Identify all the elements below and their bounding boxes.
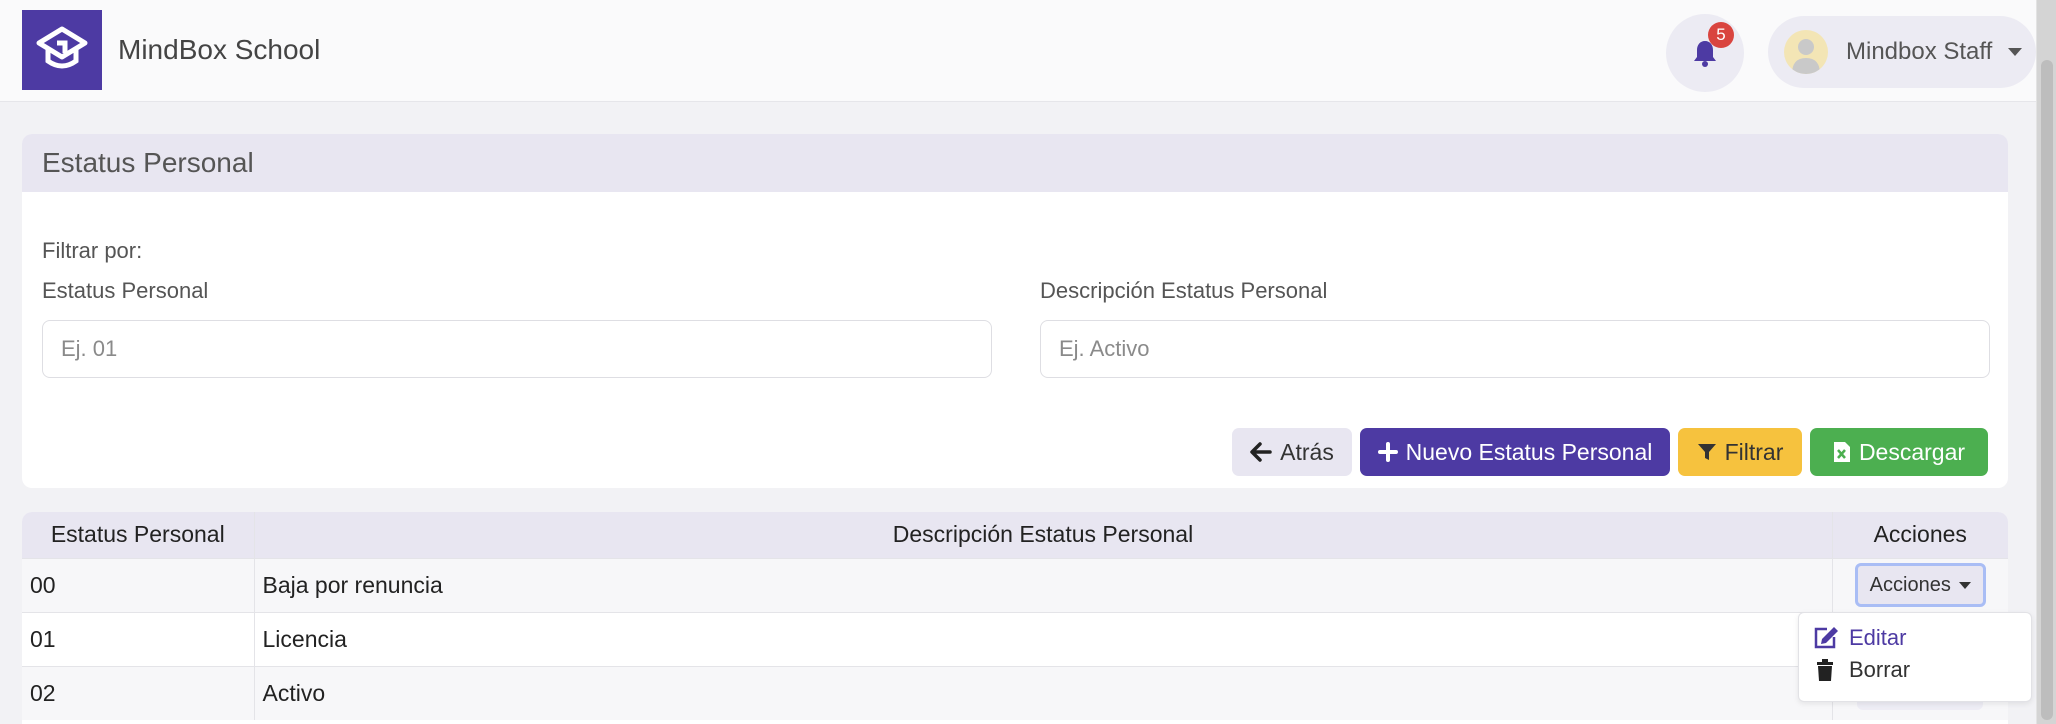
logo-icon[interactable] xyxy=(22,10,102,90)
user-avatar-icon xyxy=(1784,30,1828,74)
filter-icon xyxy=(1697,444,1716,460)
delete-menu-item[interactable]: Borrar xyxy=(1813,657,1910,683)
status-field-label: Estatus Personal xyxy=(42,278,209,303)
back-button-label: Atrás xyxy=(1280,438,1334,465)
caret-down-icon xyxy=(1958,581,1971,589)
table-row: 02 Activo xyxy=(22,665,2008,720)
actions-dropdown-button[interactable]: Acciones xyxy=(1854,563,1986,607)
edit-icon xyxy=(1814,627,1838,649)
actions-button-label: Acciones xyxy=(1869,573,1951,596)
cell-description: Baja por renuncia xyxy=(254,557,1832,612)
download-button-label: Descargar xyxy=(1858,438,1966,465)
cell-description: Activo xyxy=(254,665,1832,720)
page-scrollbar[interactable] xyxy=(2036,0,2056,724)
cell-status-code: 00 xyxy=(22,557,255,612)
description-input[interactable] xyxy=(1040,320,1990,378)
new-status-button-label: Nuevo Estatus Personal xyxy=(1405,438,1653,465)
chevron-down-icon xyxy=(2008,48,2022,56)
back-button[interactable]: Atrás xyxy=(1232,428,1352,476)
actions-dropdown-menu: Editar Borrar xyxy=(1798,612,2032,702)
scrollbar-thumb[interactable] xyxy=(2041,60,2053,720)
column-header-actions: Acciones xyxy=(1831,512,2008,558)
description-field-label: Descripción Estatus Personal xyxy=(1040,278,1328,303)
column-header-description[interactable]: Descripción Estatus Personal xyxy=(254,512,1832,558)
cell-status-code: 01 xyxy=(22,611,255,666)
new-status-button[interactable]: Nuevo Estatus Personal xyxy=(1360,428,1670,476)
edit-menu-item[interactable]: Editar xyxy=(1813,625,1906,651)
card-title: Estatus Personal xyxy=(22,134,2008,192)
plus-icon xyxy=(1377,442,1398,462)
cell-description: Licencia xyxy=(254,611,1832,666)
delete-menu-label: Borrar xyxy=(1849,657,1911,682)
user-menu-button[interactable]: Mindbox Staff xyxy=(1768,16,2036,88)
edit-menu-label: Editar xyxy=(1849,625,1907,650)
top-navbar: MindBox School 5 Mindbox Staff xyxy=(0,0,2036,102)
table-row: 01 Licencia xyxy=(22,611,2008,666)
download-button[interactable]: Descargar xyxy=(1810,428,1988,476)
notifications-button[interactable]: 5 xyxy=(1666,14,1744,92)
app-title: MindBox School xyxy=(118,34,321,65)
status-input[interactable] xyxy=(42,320,992,378)
cell-status-code: 02 xyxy=(22,665,255,720)
table-row: 00 Baja por renuncia Acciones xyxy=(22,557,2008,612)
arrow-left-icon xyxy=(1250,442,1272,462)
notification-badge: 5 xyxy=(1708,22,1734,48)
filter-button[interactable]: Filtrar xyxy=(1678,428,1802,476)
filter-button-label: Filtrar xyxy=(1724,438,1784,465)
column-header-status[interactable]: Estatus Personal xyxy=(22,512,255,558)
excel-file-icon xyxy=(1833,442,1850,462)
user-name: Mindbox Staff xyxy=(1846,38,1993,65)
filter-by-label: Filtrar por: xyxy=(42,238,143,263)
filter-card: Estatus Personal Filtrar por: Estatus Pe… xyxy=(22,134,2008,488)
trash-icon xyxy=(1817,659,1833,681)
status-table: Estatus Personal Descripción Estatus Per… xyxy=(22,512,2008,724)
